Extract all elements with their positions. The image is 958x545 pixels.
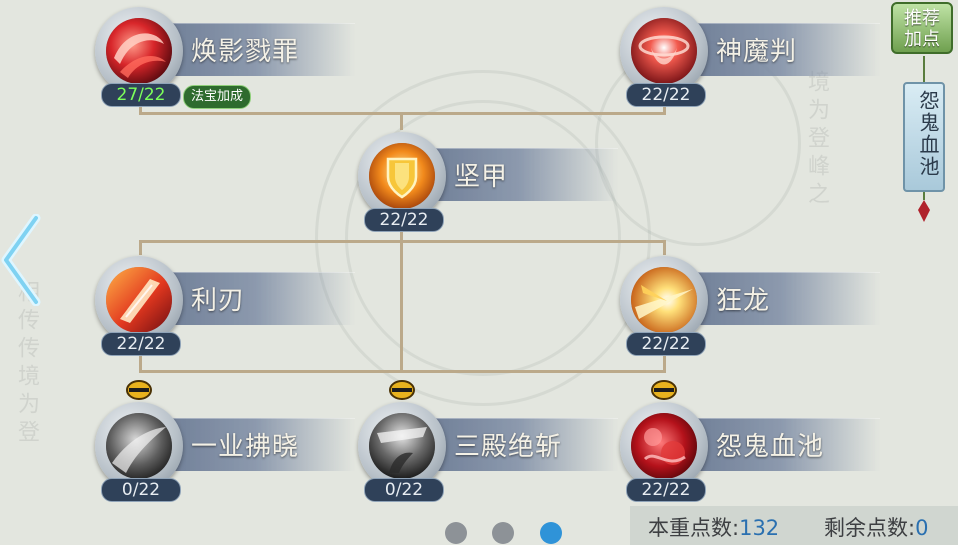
- skill-level-count: 22/22: [101, 332, 181, 356]
- skill-level-count: 22/22: [364, 208, 444, 232]
- skill-node-yiye-fuxiao[interactable]: 一业拂晓 0/22: [85, 380, 355, 502]
- blood-pool-icon: [631, 413, 697, 479]
- page-dot-2[interactable]: [492, 522, 514, 544]
- skill-name: 一业拂晓: [191, 432, 300, 462]
- back-arrow-icon[interactable]: [0, 214, 44, 306]
- skill-level-count: 22/22: [626, 83, 706, 107]
- skill-level-count: 0/22: [364, 478, 444, 502]
- background-calligraphy-left: 相传传境为登: [14, 280, 39, 448]
- shield-icon: [369, 143, 435, 209]
- lock-icon: [126, 380, 152, 400]
- skill-node-huanying-luzui[interactable]: 焕影戮罪 27/22 法宝加成: [85, 5, 355, 109]
- skill-name: 神魔判: [716, 37, 798, 67]
- skill-node-kuanglong[interactable]: 狂龙 22/22: [610, 254, 880, 356]
- skill-level-count: 0/22: [101, 478, 181, 502]
- skill-name: 坚甲: [454, 162, 509, 192]
- skill-name: 狂龙: [716, 286, 771, 316]
- red-swirl-icon: [106, 18, 172, 84]
- grey-strike-icon: [369, 413, 435, 479]
- tab-string: [923, 56, 925, 82]
- skill-name: 怨鬼血池: [716, 432, 825, 462]
- lock-icon: [389, 380, 415, 400]
- skill-node-liren[interactable]: 利刃 22/22: [85, 254, 355, 356]
- recommend-label-line1: 推荐: [904, 8, 940, 29]
- skill-name: 利刃: [191, 286, 246, 316]
- remaining-points-label: 剩余点数:: [824, 516, 916, 540]
- remaining-points-value: 0: [915, 516, 929, 540]
- burst-icon: [631, 267, 697, 333]
- skill-level-count: 22/22: [626, 332, 706, 356]
- skill-route-tab[interactable]: 怨鬼血池: [903, 82, 945, 192]
- spent-points-label: 本重点数:: [648, 516, 740, 540]
- recommend-label-line2: 加点: [904, 29, 940, 50]
- points-summary: 本重点数:132 剩余点数:0: [630, 506, 958, 545]
- page-dot-3-active[interactable]: [540, 522, 562, 544]
- skill-level-count: 27/22: [101, 83, 181, 107]
- treasure-bonus-badge: 法宝加成: [183, 85, 252, 109]
- blade-icon: [106, 267, 172, 333]
- skill-node-shenmo-pan[interactable]: 神魔判 22/22: [610, 5, 880, 107]
- skill-node-sandian-juezhan[interactable]: 三殿绝斩 0/22: [348, 380, 618, 502]
- skill-name: 焕影戮罪: [191, 37, 300, 67]
- skill-node-jianjia[interactable]: 坚甲 22/22: [348, 130, 618, 232]
- skill-name: 三殿绝斩: [454, 432, 563, 462]
- skill-level-count: 22/22: [626, 478, 706, 502]
- tassel-icon: [918, 192, 930, 222]
- spent-points-value: 132: [739, 516, 780, 540]
- skill-node-yuangui-xuechi[interactable]: 怨鬼血池 22/22: [610, 380, 880, 502]
- page-dot-1[interactable]: [445, 522, 467, 544]
- lock-icon: [651, 380, 677, 400]
- grey-slash-icon: [106, 413, 172, 479]
- recommend-points-button[interactable]: 推荐 加点: [891, 2, 953, 54]
- red-vortex-icon: [631, 18, 697, 84]
- skill-route-tab-label: 怨鬼血池: [916, 90, 940, 178]
